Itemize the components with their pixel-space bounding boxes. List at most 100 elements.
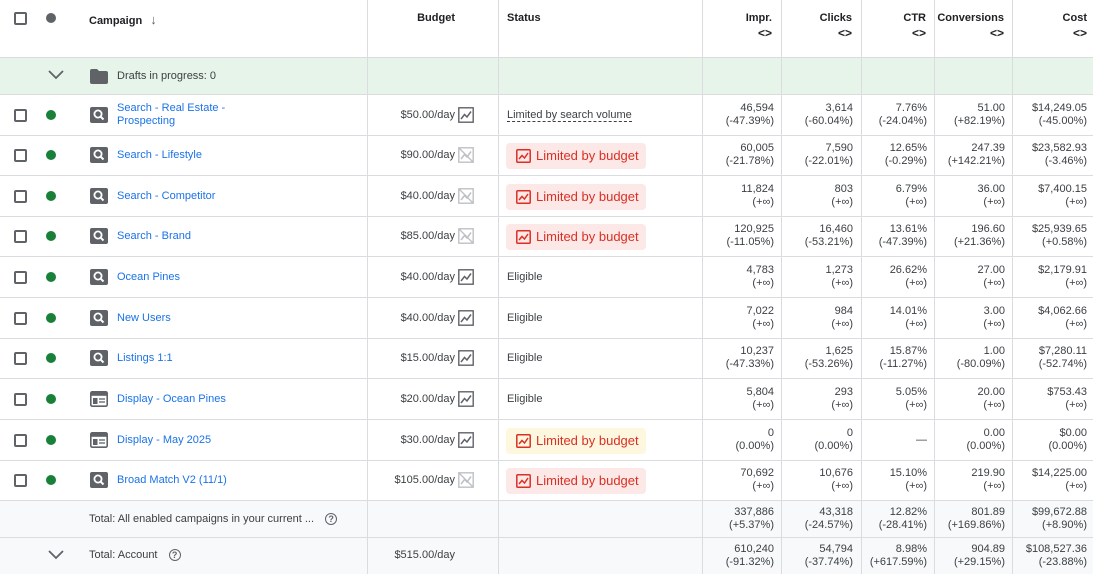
table-row[interactable]: Search - Brand $85.00/day Limited by budge… <box>0 216 1093 257</box>
row-checkbox[interactable] <box>14 393 27 406</box>
budget-chart-icon[interactable] <box>458 269 474 285</box>
conv-value: 51.00 (+82.19%) <box>953 102 1005 127</box>
campaign-name-link[interactable]: Broad Match V2 (11/1) <box>117 474 357 487</box>
conv-value: 3.00 (+∞) <box>983 305 1005 330</box>
budget-value[interactable]: $105.00/day <box>367 474 498 486</box>
budget-value[interactable]: $40.00/day <box>367 312 498 324</box>
row-checkbox[interactable] <box>14 352 27 365</box>
impr-column-header[interactable]: Impr. <> <box>702 12 781 40</box>
campaign-column-header[interactable]: Campaign ↓ <box>89 12 157 27</box>
table-row[interactable]: Display - May 2025 $30.00/day Limited by b… <box>0 420 1093 461</box>
budget-chart-disabled-icon[interactable] <box>458 472 474 488</box>
budget-chart-icon[interactable] <box>458 432 474 448</box>
enabled-status-dot[interactable] <box>46 272 56 282</box>
expand-ctr-icon[interactable]: <> <box>861 26 926 40</box>
table-row[interactable]: Broad Match V2 (11/1) $105.00/day Limited … <box>0 460 1093 501</box>
impr-value: 5,804 (+∞) <box>746 386 774 411</box>
campaign-name-link[interactable]: Search - Lifestyle <box>117 149 357 162</box>
limited-by-budget-badge[interactable]: Limited by budget <box>506 428 646 454</box>
status-text[interactable]: Limited by search volume <box>507 109 632 122</box>
help-icon[interactable]: ? <box>325 513 338 525</box>
enabled-status-dot[interactable] <box>46 150 56 160</box>
limited-by-budget-badge[interactable]: Limited by budget <box>506 184 646 210</box>
campaign-name-link[interactable]: Ocean Pines <box>117 271 357 284</box>
table-row[interactable]: Search - Competitor $40.00/day Limited by … <box>0 176 1093 217</box>
table-row[interactable]: Search - Lifestyle $90.00/day Limited by b… <box>0 135 1093 176</box>
budget-chart-icon[interactable] <box>458 310 474 326</box>
enabled-status-dot[interactable] <box>46 394 56 404</box>
row-checkbox[interactable] <box>14 149 27 162</box>
row-checkbox[interactable] <box>14 109 27 122</box>
budget-value[interactable]: $20.00/day <box>367 393 498 405</box>
campaign-name-link[interactable]: Search - Brand <box>117 230 357 243</box>
budget-value[interactable]: $50.00/day <box>367 109 498 121</box>
table-row[interactable]: Ocean Pines $40.00/day Eligible 4,783 (+∞) 1,… <box>0 257 1093 298</box>
budget-value[interactable]: $40.00/day <box>367 271 498 283</box>
select-all-checkbox[interactable] <box>14 12 27 25</box>
enabled-status-dot[interactable] <box>46 435 56 445</box>
row-checkbox[interactable] <box>14 312 27 325</box>
budget-value[interactable]: $90.00/day <box>367 149 498 161</box>
ctr-value: — <box>916 434 927 446</box>
budget-value[interactable]: $40.00/day <box>367 190 498 202</box>
help-icon[interactable]: ? <box>168 549 181 561</box>
budget-chart-disabled-icon[interactable] <box>458 228 474 244</box>
ctr-column-header[interactable]: CTR <> <box>861 12 934 40</box>
clicks-column-header[interactable]: Clicks <> <box>781 12 861 40</box>
table-row[interactable]: Search - Real Estate - Prospecting $50.00/… <box>0 95 1093 136</box>
impr-value: 10,237 (-47.33%) <box>725 345 774 370</box>
drafts-row[interactable]: Drafts in progress: 0 <box>0 58 1093 95</box>
enabled-status-dot[interactable] <box>46 231 56 241</box>
cost-header-label: Cost <box>1062 12 1087 24</box>
clicks-value: 984 (+∞) <box>831 305 853 330</box>
row-checkbox[interactable] <box>14 190 27 203</box>
impr-value: 70,692 (+∞) <box>740 467 774 492</box>
total-account-conversions: 904.89 (+29.15%) <box>953 543 1005 568</box>
table-row[interactable]: Listings 1:1 $15.00/day Eligible 10,237 (-47… <box>0 338 1093 379</box>
sort-down-icon[interactable]: ↓ <box>150 12 157 27</box>
table-row[interactable]: Display - Ocean Pines $20.00/day Eligible 5… <box>0 379 1093 420</box>
row-checkbox[interactable] <box>14 434 27 447</box>
expand-cost-icon[interactable]: <> <box>1012 26 1087 40</box>
campaign-name-link[interactable]: Listings 1:1 <box>117 352 357 365</box>
limited-by-budget-badge[interactable]: Limited by budget <box>506 224 646 250</box>
budget-value[interactable]: $15.00/day <box>367 352 498 364</box>
campaign-name-link[interactable]: Display - May 2025 <box>117 434 357 447</box>
campaign-name-link[interactable]: Search - Real Estate - Prospecting <box>117 102 357 128</box>
budget-chart-disabled-icon[interactable] <box>458 147 474 163</box>
table-row[interactable]: New Users $40.00/day Eligible 7,022 (+∞) 984(… <box>0 298 1093 339</box>
limited-by-budget-badge[interactable]: Limited by budget <box>506 143 646 169</box>
budget-chart-icon[interactable] <box>458 350 474 366</box>
campaign-name-link[interactable]: New Users <box>117 312 357 325</box>
budget-value[interactable]: $85.00/day <box>367 230 498 242</box>
enabled-status-dot[interactable] <box>46 313 56 323</box>
cost-value: $753.43 (+∞) <box>1047 386 1087 411</box>
row-checkbox[interactable] <box>14 230 27 243</box>
expand-conversions-icon[interactable]: <> <box>934 26 1004 40</box>
chevron-down-icon[interactable] <box>48 550 64 560</box>
limited-by-budget-badge[interactable]: Limited by budget <box>506 468 646 494</box>
expand-clicks-icon[interactable]: <> <box>781 26 852 40</box>
campaign-name-link[interactable]: Display - Ocean Pines <box>117 393 357 406</box>
status-column-header[interactable]: Status <box>507 12 541 24</box>
total-account-label: Total: Account <box>89 549 158 561</box>
cost-column-header[interactable]: Cost <> <box>1012 12 1093 40</box>
budget-chart-disabled-icon[interactable] <box>458 188 474 204</box>
row-checkbox[interactable] <box>14 474 27 487</box>
conv-value: 196.60 (+21.36%) <box>953 223 1005 248</box>
budget-chart-icon[interactable] <box>458 391 474 407</box>
clicks-header-label: Clicks <box>819 12 852 24</box>
enabled-status-dot[interactable] <box>46 110 56 120</box>
display-campaign-icon <box>90 391 108 407</box>
budget-chart-icon[interactable] <box>458 107 474 123</box>
campaign-name-link[interactable]: Search - Competitor <box>117 190 357 203</box>
budget-column-header[interactable]: Budget <box>367 12 498 24</box>
enabled-status-dot[interactable] <box>46 475 56 485</box>
row-checkbox[interactable] <box>14 271 27 284</box>
enabled-status-dot[interactable] <box>46 191 56 201</box>
enabled-status-dot[interactable] <box>46 353 56 363</box>
conversions-column-header[interactable]: Conversions <> <box>934 12 1012 40</box>
expand-impr-icon[interactable]: <> <box>702 26 772 40</box>
budget-value[interactable]: $30.00/day <box>367 434 498 446</box>
chevron-down-icon[interactable] <box>48 70 64 80</box>
